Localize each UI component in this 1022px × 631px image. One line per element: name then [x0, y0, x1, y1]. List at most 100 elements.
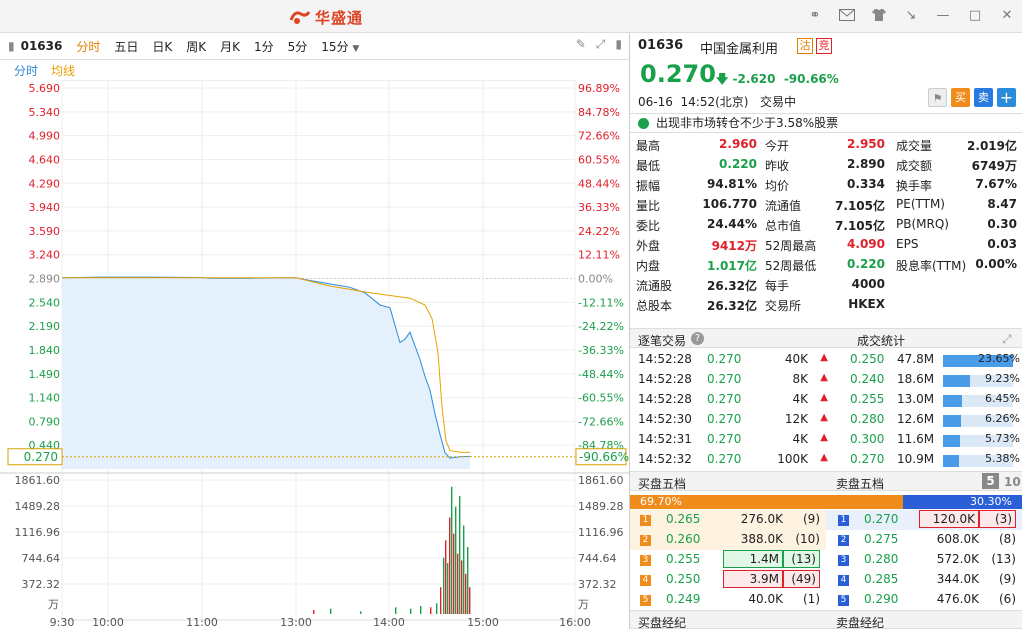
bid-price: 0.265	[666, 512, 701, 526]
time-axis-label: 13:00	[280, 616, 312, 629]
tab-weekly-k[interactable]: 周K	[186, 38, 206, 55]
change-pct: -90.66%	[783, 72, 839, 86]
ask-level[interactable]: 4 0.285 344.0K (9)	[826, 570, 1022, 590]
quote-name: 中国金属利用	[700, 42, 779, 57]
alert-bar[interactable]: 出现非市场转仓不少于3.58%股票	[630, 113, 1022, 133]
expand-icon[interactable]: ⤢	[1002, 332, 1012, 347]
stat-label: 每手	[765, 279, 790, 293]
collapse-icon[interactable]: ↘	[902, 6, 920, 24]
chevron-down-icon: ▼	[352, 43, 360, 54]
tab-1min[interactable]: 1分	[254, 38, 274, 55]
tab-5day[interactable]: 五日	[114, 38, 138, 55]
trade-row: 14:52:28 0.270 8K ▲	[630, 370, 840, 390]
mail-icon[interactable]	[838, 6, 856, 24]
bid-price: 0.250	[666, 572, 701, 586]
stat-value: 0.220	[719, 157, 757, 171]
ask-level[interactable]: 3 0.280 572.0K (13)	[826, 550, 1022, 570]
trade-row: 14:52:32 0.270 100K ▲	[630, 450, 840, 470]
headset-icon[interactable]: ⚭	[806, 6, 824, 24]
panel-right-icon[interactable]: ▮	[615, 37, 622, 52]
alert-text: 出现非市场转仓不少于3.58%股票	[656, 116, 839, 130]
price-axis-label: 2.890	[29, 273, 61, 286]
price-axis-label: 3.590	[29, 225, 61, 238]
trade-volume: 40K	[784, 352, 808, 366]
timeshare-chart[interactable]: 5.690 96.89% 5.340 84.78% 4.990 72.66% 4.640 60…	[0, 80, 630, 629]
trade-time: 14:52:30	[638, 412, 692, 426]
maximize-icon[interactable]: □	[966, 6, 984, 24]
stat-row: 最高 2.960 今开 2.950 成交量 2.019亿	[630, 135, 1022, 155]
trade-price: 0.270	[707, 392, 742, 406]
trade-row: 14:52:28 0.270 40K ▲	[630, 350, 840, 370]
stat-label: 均价	[765, 179, 790, 193]
tab-5min[interactable]: 5分	[288, 38, 308, 55]
sell-button[interactable]: 卖	[974, 88, 993, 107]
minimize-icon[interactable]: —	[934, 6, 952, 24]
volume-bar	[465, 573, 467, 614]
tab-daily-k[interactable]: 日K	[152, 38, 172, 55]
volume-bar	[395, 607, 397, 614]
bid-volume: 388.0K	[740, 532, 783, 546]
bid-level[interactable]: 3 0.255 1.4M (13)	[630, 550, 826, 570]
volume-bar	[313, 609, 315, 614]
buy-button[interactable]: 买	[951, 88, 970, 107]
quote-time: 14:52(北京)	[680, 95, 749, 109]
bid-count: (49)	[783, 570, 820, 588]
bid-broker-title: 买盘经纪	[638, 616, 687, 630]
volume-bar	[469, 587, 471, 614]
bid-count: (1)	[803, 592, 820, 606]
bid-volume: 40.0K	[748, 592, 783, 606]
pct-axis-label: -48.44%	[578, 368, 624, 381]
dist-row: 0.250 47.8M 23.65%	[840, 350, 1022, 370]
volume-bar	[420, 605, 422, 614]
stats-grid: 最高 2.960 今开 2.950 成交量 2.019亿 最低 0.220 昨收 2.890 成交额…	[630, 135, 1022, 325]
tab-15min[interactable]: 15分 ▼	[321, 38, 359, 55]
bid-level[interactable]: 1 0.265 276.0K (9)	[630, 510, 826, 530]
price-axis-label: 5.340	[29, 106, 61, 119]
stat-label: 流通值	[765, 199, 802, 213]
stat-value: 26.32亿	[707, 279, 757, 293]
depth-10-button[interactable]: 10	[1004, 475, 1021, 489]
stat-value: 8.47	[987, 197, 1017, 211]
tab-price-line[interactable]: 分时	[14, 62, 38, 79]
stat-row: 委比 24.44% 总市值 7.105亿 PB(MRQ) 0.30	[630, 215, 1022, 235]
stat-label: 流通股	[636, 279, 673, 293]
depth-5-button[interactable]: 5	[982, 473, 999, 489]
stat-row: 流通股 26.32亿 每手 4000	[630, 275, 1022, 295]
panel-toggle-icon[interactable]: ▮	[8, 39, 15, 53]
down-arrow-icon: 🡇	[716, 72, 729, 86]
bid-level[interactable]: 2 0.260 388.0K (10)	[630, 530, 826, 550]
tab-avg-line[interactable]: 均线	[51, 62, 75, 79]
pencil-icon[interactable]: ✎	[576, 37, 586, 52]
bid-count: (9)	[803, 512, 820, 526]
dist-pct: 9.23%	[985, 372, 1020, 385]
bid-level[interactable]: 5 0.249 40.0K (1)	[630, 590, 826, 610]
dist-bar	[943, 435, 960, 447]
close-icon[interactable]: ✕	[998, 6, 1016, 24]
dist-row: 0.270 10.9M 5.38%	[840, 450, 1022, 470]
trades-title: 逐笔交易	[638, 334, 687, 348]
stat-value: 9412万	[711, 239, 757, 253]
shirt-icon[interactable]	[870, 6, 888, 24]
ask-level[interactable]: 5 0.290 476.0K (6)	[826, 590, 1022, 610]
ask-level[interactable]: 1 0.270 120.0K (3)	[826, 510, 1022, 530]
pct-axis-label: 36.33%	[578, 201, 620, 214]
up-arrow-icon: ▲	[820, 432, 828, 443]
bid-level[interactable]: 4 0.250 3.9M (49)	[630, 570, 826, 590]
trade-time: 14:52:28	[638, 392, 692, 406]
up-arrow-icon: ▲	[820, 392, 828, 403]
bell-icon[interactable]: ⚑	[928, 88, 947, 107]
ask-level[interactable]: 2 0.275 608.0K (8)	[826, 530, 1022, 550]
stat-label: 昨收	[765, 159, 790, 173]
tab-monthly-k[interactable]: 月K	[220, 38, 240, 55]
dist-volume: 13.0M	[897, 392, 935, 406]
trade-volume: 4K	[792, 392, 808, 406]
change-value: -2.620	[732, 72, 776, 86]
stat-value: 7.67%	[975, 177, 1017, 191]
volume-bar	[443, 557, 445, 614]
expand-icon[interactable]: ⤢	[596, 37, 606, 52]
tab-timeshare[interactable]: 分时	[76, 38, 100, 55]
help-icon[interactable]: ?	[691, 332, 704, 345]
stat-value: 106.770	[702, 197, 757, 211]
add-watchlist-button[interactable]: +	[997, 88, 1016, 107]
stat-label: 交易所	[765, 299, 802, 313]
